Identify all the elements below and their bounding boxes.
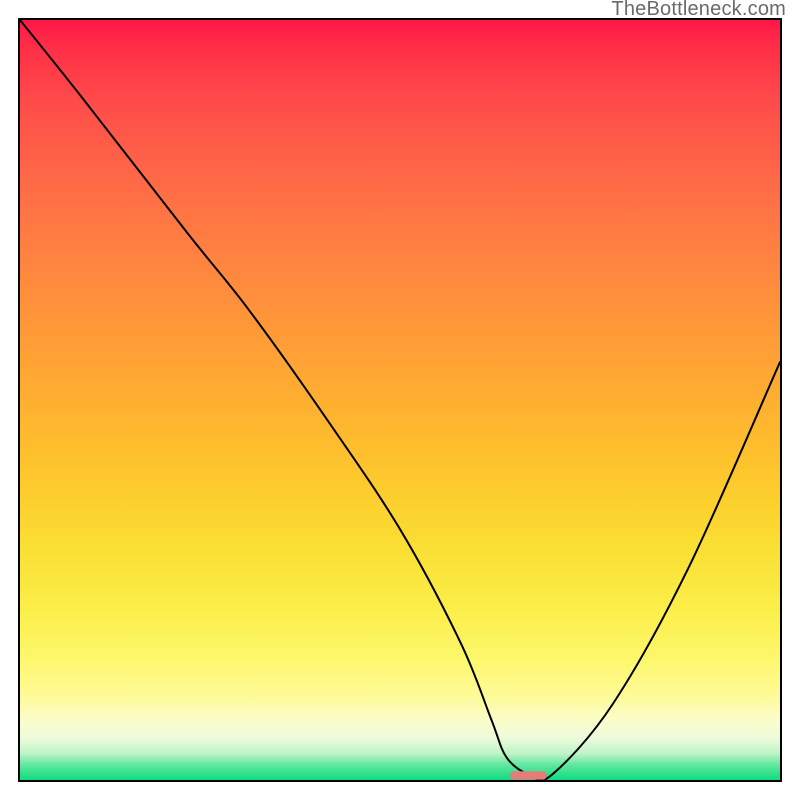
optimum-marker	[510, 771, 546, 779]
bottleneck-curve	[20, 20, 780, 780]
plot-area	[18, 18, 782, 782]
curve-layer	[20, 20, 780, 780]
bottleneck-chart: TheBottleneck.com	[0, 0, 800, 800]
